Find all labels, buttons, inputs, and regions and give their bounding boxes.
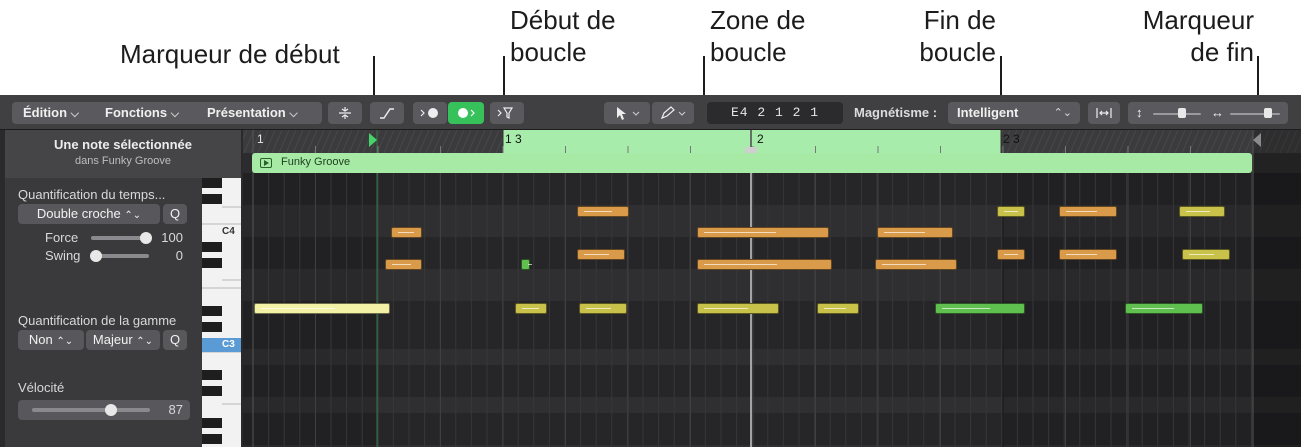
position-display: E4 2 1 2 1	[707, 102, 843, 124]
piano-roll-editor: Édition ⌵ Fonctions ⌵ Présentation ⌵ E4 …	[0, 95, 1301, 447]
callout-loop-start: Début de boucle	[510, 5, 616, 67]
time-quantize-q-button[interactable]: Q	[163, 204, 187, 224]
scale-quantize-label[interactable]: Quantification de la gamme	[18, 313, 176, 328]
fit-width-icon	[1096, 108, 1112, 118]
fit-width-button[interactable]	[1088, 102, 1120, 124]
velocity-knob[interactable]	[105, 404, 117, 416]
midi-out-button[interactable]	[448, 102, 484, 124]
pointer-tool-menu[interactable]	[604, 102, 650, 124]
updown-chevron-icon: ⌃⌄	[136, 336, 154, 347]
midi-note[interactable]	[577, 206, 629, 217]
callout-end-marker: Marqueur de fin	[1142, 5, 1254, 67]
strength-knob[interactable]	[140, 232, 152, 244]
piano-keys	[202, 178, 241, 444]
midi-note[interactable]	[935, 303, 1025, 314]
strength-label: Force	[45, 230, 79, 245]
selected-note[interactable]	[254, 303, 390, 314]
menu-view[interactable]: Présentation ⌵	[207, 102, 298, 124]
midi-note[interactable]	[1059, 249, 1117, 260]
midi-note[interactable]	[391, 227, 422, 238]
note-grid[interactable]: 1 1 3 2 2 3 Funky Groove	[243, 130, 1301, 447]
chevron-down-icon: ⌵	[170, 108, 180, 120]
menu-functions[interactable]: Fonctions ⌵	[105, 102, 179, 124]
key-label-c3: C3	[222, 339, 235, 350]
collapse-icon	[339, 107, 351, 119]
midi-out-icon	[458, 108, 475, 118]
midi-note[interactable]	[875, 259, 957, 270]
swing-knob[interactable]	[90, 250, 102, 262]
midi-note[interactable]	[1125, 303, 1203, 314]
midi-note[interactable]	[1179, 206, 1225, 217]
midi-note[interactable]	[697, 227, 829, 238]
automation-button[interactable]	[370, 102, 404, 124]
midi-note[interactable]	[579, 303, 627, 314]
region-header[interactable]	[252, 153, 1252, 173]
vertical-zoom-slider[interactable]	[1153, 113, 1201, 115]
snap-label: Magnétisme :	[854, 105, 938, 120]
midi-in-icon	[420, 108, 438, 118]
toolbar: Édition ⌵ Fonctions ⌵ Présentation ⌵ E4 …	[0, 95, 1301, 130]
updown-chevron-icon: ⌃⌄	[1053, 107, 1072, 119]
region-name: Funky Groove	[281, 156, 351, 168]
swing-value: 0	[175, 248, 183, 263]
midi-in-button[interactable]	[413, 102, 447, 124]
callout-loop-zone: Zone de boucle	[710, 5, 806, 67]
ruler-bar-2: 2	[757, 132, 764, 146]
midi-note[interactable]	[877, 227, 953, 238]
midi-note[interactable]	[817, 303, 859, 314]
menu-edit[interactable]: Édition ⌵	[23, 102, 79, 124]
updown-chevron-icon: ⌃⌄	[124, 210, 142, 221]
midi-note[interactable]	[385, 259, 422, 270]
ruler-loop-start-label: 1 3	[505, 132, 522, 146]
pointer-icon	[617, 107, 640, 120]
midi-note[interactable]	[521, 259, 532, 270]
midi-note[interactable]	[515, 303, 547, 314]
post-end-area	[1253, 130, 1301, 447]
ruler-bar-1: 1	[257, 132, 264, 146]
inspector-subtitle: dans Funky Groove	[75, 155, 171, 167]
snap-value: Intelligent	[957, 105, 1019, 120]
horizontal-zoom-knob[interactable]	[1264, 108, 1272, 118]
scale-root-popup[interactable]: Non ⌃⌄	[18, 330, 84, 350]
midi-note[interactable]	[997, 249, 1025, 260]
inspector-header: Une note sélectionnée dans Funky Groove	[5, 130, 241, 178]
midi-note[interactable]	[1182, 249, 1230, 260]
horizontal-zoom-slider[interactable]	[1230, 113, 1280, 115]
strength-value: 100	[161, 230, 183, 245]
callout-start-marker: Marqueur de début	[120, 39, 340, 69]
automation-curve-icon	[380, 108, 394, 119]
horizontal-zoom-icon: ↔	[1211, 105, 1224, 120]
updown-chevron-icon: ⌃⌄	[56, 336, 74, 347]
velocity-label: Vélocité	[18, 380, 65, 395]
grid-background	[243, 130, 1301, 447]
midi-note[interactable]	[1059, 206, 1117, 217]
key-label-c4: C4	[222, 226, 235, 237]
inspector-title: Une note sélectionnée	[54, 137, 192, 152]
chevron-down-icon: ⌵	[70, 108, 80, 120]
velocity-slider[interactable]	[32, 408, 150, 412]
piano-keyboard[interactable]: C4 C3	[202, 178, 241, 447]
midi-note[interactable]	[697, 259, 832, 270]
scale-mode-popup[interactable]: Majeur ⌃⌄	[86, 330, 160, 350]
filter-icon	[497, 107, 514, 119]
scale-quantize-q-button[interactable]: Q	[163, 330, 187, 350]
catch-filter-button[interactable]	[490, 102, 524, 124]
velocity-value: 87	[168, 402, 183, 417]
midi-note[interactable]	[697, 303, 779, 314]
midi-note[interactable]	[577, 249, 625, 260]
pencil-tool-menu[interactable]	[652, 102, 694, 124]
snap-popup[interactable]: Intelligent ⌃⌄	[948, 102, 1080, 124]
collapse-button[interactable]	[328, 102, 362, 124]
swing-label: Swing	[45, 248, 81, 263]
vertical-zoom-icon: ↕	[1136, 105, 1143, 120]
chevron-down-icon: ⌵	[289, 108, 298, 120]
time-quantize-popup[interactable]: Double croche ⌃⌄	[18, 204, 160, 224]
vertical-zoom-knob[interactable]	[1178, 108, 1186, 118]
region-play-icon	[260, 158, 272, 168]
ruler-loop-end-label: 2 3	[1003, 132, 1020, 146]
pencil-icon	[660, 106, 686, 120]
midi-note[interactable]	[997, 206, 1025, 217]
time-quantize-label[interactable]: Quantification du temps...	[18, 187, 165, 202]
callout-loop-end: Fin de boucle	[919, 5, 996, 67]
